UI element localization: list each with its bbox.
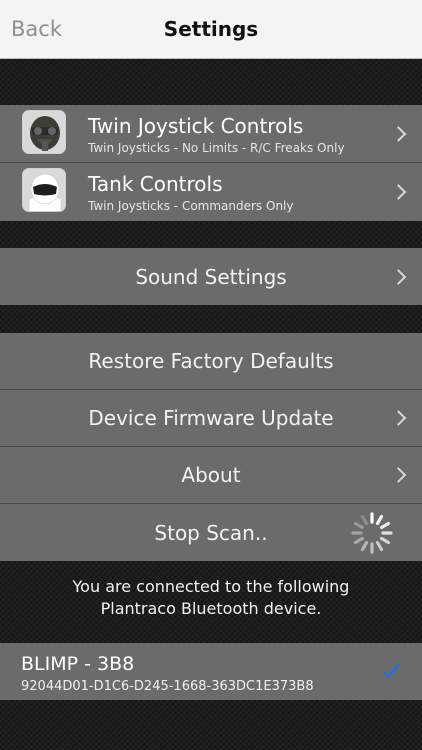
twin-joystick-controls-row[interactable]: Twin Joystick Controls Twin Joysticks - … [0, 105, 422, 163]
device-name: BLIMP - 3B8 [21, 653, 135, 675]
navigation-bar: Back Settings [0, 0, 422, 59]
device-uuid: 92044D01-D1C6-D245-1668-363DC1E373B8 [21, 679, 314, 694]
device-firmware-update-label: Device Firmware Update [88, 406, 334, 430]
tank-controls-subtitle: Twin Joysticks - Commanders Only [88, 199, 294, 213]
sound-group: Sound Settings [0, 248, 422, 305]
sound-settings-row[interactable]: Sound Settings [0, 248, 422, 305]
connected-device-row[interactable]: BLIMP - 3B8 92044D01-D1C6-D245-1668-363D… [0, 643, 422, 700]
chevron-right-icon [390, 125, 407, 142]
activity-spinner-icon [351, 511, 393, 554]
connected-device-group: BLIMP - 3B8 92044D01-D1C6-D245-1668-363D… [0, 643, 422, 700]
connection-info-line1: You are connected to the following [72, 577, 350, 596]
device-options-group: Restore Factory Defaults Device Firmware… [0, 333, 422, 561]
device-firmware-update-row[interactable]: Device Firmware Update [0, 390, 422, 447]
chevron-right-icon [390, 184, 407, 200]
restore-factory-defaults-label: Restore Factory Defaults [88, 349, 334, 373]
page-title: Settings [163, 17, 259, 41]
twin-joystick-title: Twin Joystick Controls [88, 114, 304, 138]
twin-joystick-subtitle: Twin Joysticks - No Limits - R/C Freaks … [88, 141, 345, 155]
stop-scan-row[interactable]: Stop Scan.. [0, 504, 422, 561]
connection-info-line2: Plantraco Bluetooth device. [100, 599, 322, 618]
tank-controls-title: Tank Controls [88, 172, 223, 196]
connection-info: You are connected to the following Plant… [0, 576, 422, 620]
white-helmet-icon [22, 168, 66, 212]
control-schemes-group: Twin Joystick Controls Twin Joysticks - … [0, 105, 422, 221]
tank-controls-row[interactable]: Tank Controls Twin Joysticks - Commander… [0, 163, 422, 221]
restore-factory-defaults-row[interactable]: Restore Factory Defaults [0, 333, 422, 390]
sound-settings-label: Sound Settings [135, 264, 287, 289]
pilot-helmet-icon [22, 110, 66, 154]
about-label: About [181, 463, 241, 487]
checkmark-icon [382, 663, 400, 678]
about-row[interactable]: About [0, 447, 422, 504]
